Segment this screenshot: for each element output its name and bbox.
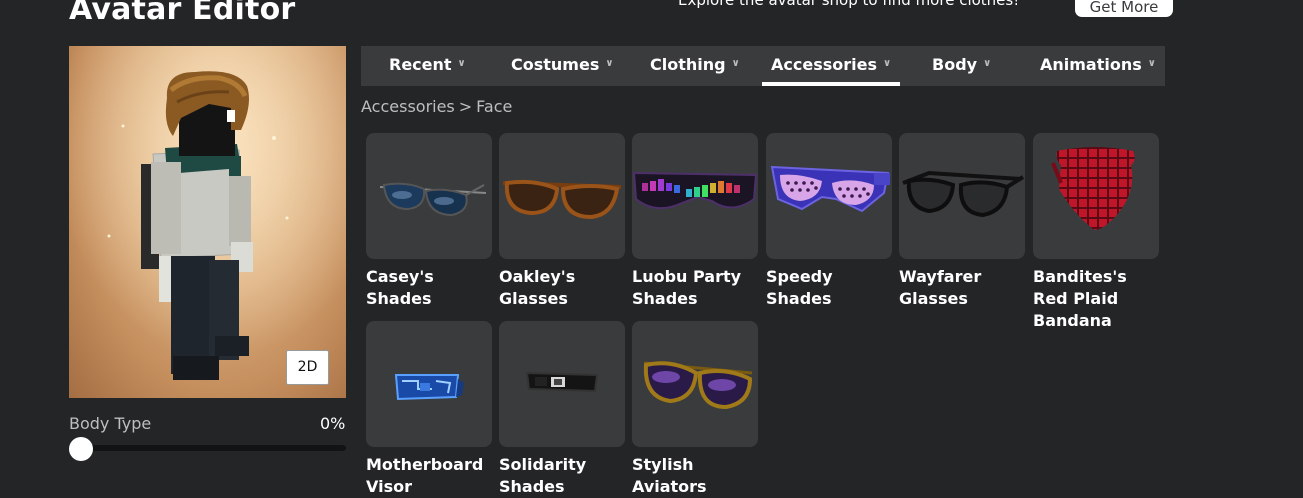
breadcrumb-separator: > bbox=[458, 97, 473, 116]
item-thumbnail[interactable] bbox=[766, 133, 892, 259]
item-name: Motherboard Visor bbox=[366, 455, 484, 496]
tab-clothing[interactable]: Clothing ∨ bbox=[650, 46, 740, 86]
tab-label: Accessories bbox=[771, 55, 877, 74]
chevron-down-icon: ∨ bbox=[983, 57, 992, 69]
item-thumbnail[interactable] bbox=[499, 321, 625, 447]
item-thumbnail[interactable] bbox=[366, 133, 492, 259]
tab-label: Body bbox=[932, 55, 978, 74]
item-card[interactable]: Casey's Shades bbox=[366, 133, 492, 310]
item-card[interactable]: Luobu Party Shades bbox=[632, 133, 758, 310]
breadcrumb-parent[interactable]: Accessories bbox=[361, 97, 455, 116]
item-card[interactable]: Bandites's Red Plaid Bandana bbox=[1033, 133, 1159, 332]
gold-aviators-icon bbox=[643, 361, 753, 410]
wayfarer-glasses-icon bbox=[902, 170, 1025, 218]
motherboard-visor-icon bbox=[394, 374, 464, 401]
item-name: Wayfarer Glasses bbox=[899, 267, 982, 308]
avatar-preview[interactable] bbox=[69, 46, 346, 398]
item-thumbnail[interactable] bbox=[632, 321, 758, 447]
item-name: Speedy Shades bbox=[766, 267, 833, 308]
item-card[interactable]: Wayfarer Glasses bbox=[899, 133, 1025, 310]
item-thumbnail[interactable] bbox=[1033, 133, 1159, 259]
item-name: Bandites's Red Plaid Bandana bbox=[1033, 267, 1127, 330]
body-type-value: 0% bbox=[320, 414, 346, 433]
toggle-2d-button[interactable]: 2D bbox=[286, 350, 329, 385]
brown-glasses-icon bbox=[502, 179, 622, 220]
tab-costumes[interactable]: Costumes ∨ bbox=[511, 46, 613, 86]
item-thumbnail[interactable] bbox=[366, 321, 492, 447]
category-tab-bar: Recent ∨ Costumes ∨ Clothing ∨ Accessories ∨… bbox=[361, 46, 1165, 86]
chevron-down-icon: ∨ bbox=[883, 57, 892, 69]
item-name: Luobu Party Shades bbox=[632, 267, 742, 308]
aviator-sunglasses-icon bbox=[379, 182, 487, 217]
avatar-figure bbox=[69, 46, 346, 398]
tab-accessories[interactable]: Accessories ∨ bbox=[762, 46, 901, 86]
item-name: Casey's Shades bbox=[366, 267, 434, 308]
body-type-label: Body Type bbox=[69, 414, 152, 433]
tab-animations[interactable]: Animations ∨ bbox=[1040, 46, 1156, 86]
chevron-down-icon: ∨ bbox=[605, 57, 614, 69]
tab-recent[interactable]: Recent ∨ bbox=[389, 46, 466, 86]
body-type-slider-thumb[interactable] bbox=[69, 437, 93, 461]
item-thumbnail[interactable] bbox=[899, 133, 1025, 259]
item-name: Stylish Aviators bbox=[632, 455, 707, 496]
breadcrumb: Accessories > Face bbox=[361, 97, 512, 116]
item-thumbnail[interactable] bbox=[499, 133, 625, 259]
item-name: Oakley's Glasses bbox=[499, 267, 576, 308]
page-title: Avatar Editor bbox=[69, 0, 296, 27]
chevron-down-icon: ∨ bbox=[457, 57, 466, 69]
body-type-slider[interactable] bbox=[69, 445, 346, 451]
tab-label: Animations bbox=[1040, 55, 1142, 74]
chevron-down-icon: ∨ bbox=[1147, 57, 1156, 69]
tab-label: Costumes bbox=[511, 55, 600, 74]
breadcrumb-current: Face bbox=[476, 97, 513, 116]
solidarity-shades-icon bbox=[525, 371, 599, 393]
item-card[interactable]: Oakley's Glasses bbox=[499, 133, 625, 310]
chevron-down-icon: ∨ bbox=[731, 57, 740, 69]
item-card[interactable]: Stylish Aviators bbox=[632, 321, 758, 498]
item-card[interactable]: Motherboard Visor bbox=[366, 321, 492, 498]
tab-label: Recent bbox=[389, 55, 452, 74]
item-name: Solidarity Shades bbox=[499, 455, 587, 496]
tab-body[interactable]: Body ∨ bbox=[932, 46, 991, 86]
plaid-bandana-icon bbox=[1051, 147, 1135, 230]
get-more-button[interactable]: Get More bbox=[1075, 0, 1173, 17]
item-card[interactable]: Solidarity Shades bbox=[499, 321, 625, 498]
led-party-shades-icon bbox=[632, 171, 758, 210]
item-card[interactable]: Speedy Shades bbox=[766, 133, 892, 310]
tab-label: Clothing bbox=[650, 55, 726, 74]
item-thumbnail[interactable] bbox=[632, 133, 758, 259]
promo-text: Explore the avatar shop to find more clo… bbox=[678, 0, 1020, 9]
shutter-shades-icon bbox=[770, 165, 890, 213]
